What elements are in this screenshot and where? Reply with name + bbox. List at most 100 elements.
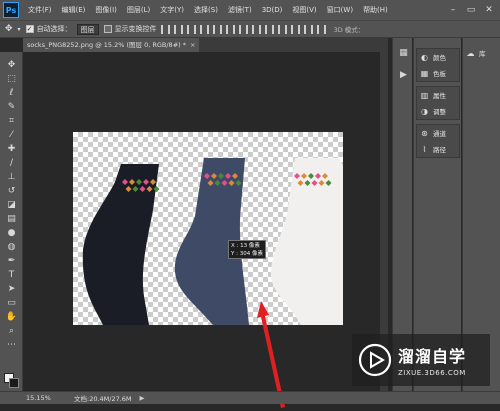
library-icon: ☁	[466, 48, 475, 58]
tools-panel: ✥ ⬚ ℓ ✎ ⌗ ⁄ ✚ ∕ ⊥ ↺ ◪ ▤ ● ◍ ✒ T ➤ ▭ ✋ ⌕ …	[0, 52, 23, 392]
zoom-level[interactable]: 15.15%	[0, 394, 60, 402]
tooltip-x-label: X	[231, 243, 235, 249]
menu-image[interactable]: 图像(I)	[90, 5, 122, 15]
history-icon[interactable]: ▦	[397, 46, 410, 59]
zoom-tool-icon[interactable]: ⌕	[5, 324, 18, 337]
distribute-bottom-icon[interactable]	[264, 24, 274, 34]
panel-paths-label: 路径	[433, 146, 446, 154]
layer-select-dropdown[interactable]: 图层	[76, 23, 99, 35]
tooltip-y-label: Y	[231, 251, 235, 257]
distribute-top-icon[interactable]	[238, 24, 248, 34]
move-tool-icon[interactable]: ✥	[5, 58, 18, 71]
more-tools-icon[interactable]: ⋯	[5, 338, 18, 351]
panel-adjustments[interactable]: ◑ 调整	[417, 103, 459, 119]
coordinate-tooltip: X : 13 像素 Y : 304 像素	[228, 240, 266, 259]
panel-paths[interactable]: ⌇ 路径	[417, 141, 459, 157]
panel-library[interactable]: ☁ 库	[466, 48, 486, 59]
watermark-logo-icon	[358, 343, 392, 377]
gradient-tool-icon[interactable]: ▤	[5, 212, 18, 225]
lasso-tool-icon[interactable]: ℓ	[5, 86, 18, 99]
distribute-left-icon[interactable]	[277, 24, 287, 34]
minimize-icon[interactable]: –	[446, 3, 460, 17]
auto-select-label: 自动选择：	[36, 25, 72, 33]
menu-window[interactable]: 窗口(W)	[322, 5, 358, 15]
panel-channels[interactable]: ⊛ 通道	[417, 125, 459, 141]
blur-tool-icon[interactable]: ●	[5, 226, 18, 239]
move-tool-icon[interactable]: ✥	[5, 24, 13, 34]
panel-channels-label: 通道	[433, 130, 446, 138]
auto-select-option[interactable]: ✓ 自动选择：	[25, 24, 72, 34]
show-transform-checkbox[interactable]	[103, 25, 112, 33]
menu-select[interactable]: 选择(S)	[189, 5, 223, 15]
clone-stamp-tool-icon[interactable]: ⊥	[5, 170, 18, 183]
shape-tool-icon[interactable]: ▭	[5, 296, 18, 309]
menu-help[interactable]: 帮助(H)	[358, 5, 393, 15]
history-brush-tool-icon[interactable]: ↺	[5, 184, 18, 197]
status-menu-icon[interactable]: ▶	[140, 394, 145, 402]
close-icon[interactable]: ✕	[482, 3, 496, 17]
actions-icon[interactable]: ▶	[397, 68, 410, 81]
canvas-area[interactable]: X : 13 像素 Y : 304 像素	[23, 52, 388, 408]
panel-color[interactable]: ◐ 颜色	[417, 49, 459, 65]
color-panel-group: ◐ 颜色 ▦ 色板	[416, 48, 460, 82]
path-select-tool-icon[interactable]: ➤	[5, 282, 18, 295]
eraser-tool-icon[interactable]: ◪	[5, 198, 18, 211]
hand-tool-icon[interactable]: ✋	[5, 310, 18, 323]
photoshop-logo: Ps	[3, 2, 19, 18]
eyedropper-tool-icon[interactable]: ⁄	[5, 128, 18, 141]
quick-select-tool-icon[interactable]: ✎	[5, 100, 18, 113]
grid-icon: ▦	[420, 68, 429, 78]
tooltip-y-row: Y : 304 像素	[231, 251, 263, 257]
maximize-icon[interactable]: ▭	[464, 3, 478, 17]
properties-panel-group: ▥ 属性 ◑ 调整	[416, 86, 460, 120]
palette-icon: ◐	[421, 52, 428, 62]
panel-color-label: 颜色	[433, 54, 446, 62]
align-bottom-icon[interactable]	[186, 24, 196, 34]
marquee-tool-icon[interactable]: ⬚	[5, 72, 18, 85]
options-bar: ✥ ▾ ✓ 自动选择： 图层 显示变换控件 3D 模式：	[0, 20, 500, 38]
distribute-right-icon[interactable]	[303, 24, 313, 34]
watermark-subtitle: ZIXUE.3D66.COM	[398, 369, 466, 377]
tool-preset-dropdown-icon[interactable]: ▾	[18, 26, 21, 33]
watermark: 溜溜自学 ZIXUE.3D66.COM	[352, 334, 490, 386]
auto-select-checkbox[interactable]: ✓	[25, 25, 34, 33]
menu-edit[interactable]: 编辑(E)	[57, 5, 91, 15]
menu-type[interactable]: 文字(Y)	[155, 5, 189, 15]
align-right-icon[interactable]	[225, 24, 235, 34]
healing-brush-tool-icon[interactable]: ✚	[5, 142, 18, 155]
type-tool-icon[interactable]: T	[5, 268, 18, 281]
align-top-icon[interactable]	[160, 24, 170, 34]
distribute-vcenter-icon[interactable]	[251, 24, 261, 34]
brush-tool-icon[interactable]: ∕	[5, 156, 18, 169]
show-transform-option[interactable]: 显示变换控件	[103, 24, 157, 34]
channels-icon: ⊛	[421, 128, 428, 138]
tab-close-icon[interactable]: ×	[190, 38, 195, 52]
channels-panel-group: ⊛ 通道 ⌇ 路径	[416, 124, 460, 158]
document-tab[interactable]: socks_PNG8252.png @ 15.2% (图层 0, RGB/8#)…	[23, 38, 200, 52]
align-left-icon[interactable]	[199, 24, 209, 34]
background-color-swatch[interactable]	[9, 378, 19, 388]
panel-properties[interactable]: ▥ 属性	[417, 87, 459, 103]
menu-view[interactable]: 视图(V)	[287, 5, 321, 15]
document-canvas[interactable]	[73, 132, 343, 325]
distribute-hcenter-icon[interactable]	[290, 24, 300, 34]
dodge-tool-icon[interactable]: ◍	[5, 240, 18, 253]
watermark-text: 溜溜自学 ZIXUE.3D66.COM	[398, 343, 466, 377]
adjust-icon: ◑	[421, 106, 428, 116]
panel-properties-label: 属性	[433, 92, 446, 100]
status-bar: 15.15% 文档:20.4M/27.6M ▶	[0, 391, 500, 404]
menu-layer[interactable]: 图层(L)	[122, 5, 155, 15]
align-vcenter-icon[interactable]	[173, 24, 183, 34]
menu-file[interactable]: 文件(F)	[23, 5, 57, 15]
show-transform-label: 显示变换控件	[114, 25, 157, 33]
socks-image	[82, 158, 343, 325]
pen-tool-icon[interactable]: ✒	[5, 254, 18, 267]
auto-align-icon[interactable]	[316, 24, 326, 34]
layer-select-value[interactable]: 图层	[76, 23, 99, 35]
panel-swatches[interactable]: ▦ 色板	[417, 65, 459, 81]
tooltip-x-row: X : 13 像素	[231, 243, 260, 249]
menu-3d[interactable]: 3D(D)	[257, 6, 288, 14]
align-hcenter-icon[interactable]	[212, 24, 222, 34]
menu-filter[interactable]: 滤镜(T)	[223, 5, 257, 15]
crop-tool-icon[interactable]: ⌗	[5, 114, 18, 127]
